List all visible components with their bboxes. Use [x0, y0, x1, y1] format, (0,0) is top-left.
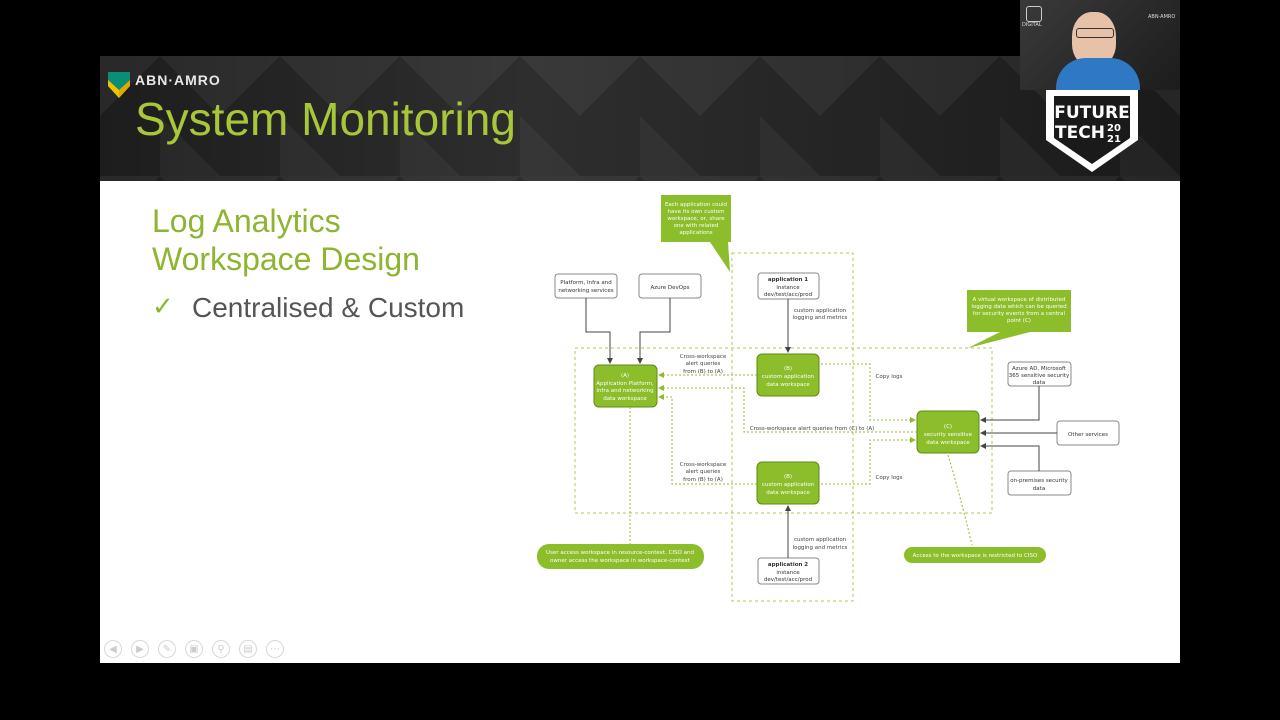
svg-text:dev/test/acc/prod: dev/test/acc/prod: [764, 292, 812, 298]
svg-text:data workspace: data workspace: [766, 382, 810, 388]
pen-icon[interactable]: ✎: [158, 640, 176, 658]
svg-text:instance: instance: [776, 285, 800, 291]
callout-right-line: logging data which can be queried: [971, 304, 1066, 310]
label-cross-bottom: Cross-workspace alert queries from (B) t…: [680, 462, 727, 483]
box-azure-ad: Azure AD, Microsoft 365 sensitive securi…: [1007, 361, 1072, 387]
label-cross-c: Cross-workspace alert queries from (C) t…: [750, 426, 875, 432]
svg-text:Azure AD, Microsoft: Azure AD, Microsoft: [1012, 366, 1067, 372]
svg-text:custom application: custom application: [794, 537, 847, 543]
svg-text:Cross-workspace: Cross-workspace: [680, 354, 727, 360]
label-custom-top: custom application logging and metrics: [793, 308, 848, 321]
svg-text:Application Platform,: Application Platform,: [596, 381, 654, 387]
workspace-b-bottom: (B) custom application data workspace: [756, 461, 820, 505]
svg-text:365 sensitive security: 365 sensitive security: [1009, 373, 1070, 379]
svg-text:custom application: custom application: [762, 482, 815, 488]
callout-right-line: for security events from a central: [973, 311, 1066, 317]
callout-top-line: applications: [679, 230, 712, 236]
workspace-diagram: Each application could have its own cust…: [537, 195, 1120, 602]
box-application-2: application 2 instance dev/test/acc/prod: [757, 557, 820, 585]
svg-text:data: data: [1033, 380, 1045, 386]
slides-overview-icon[interactable]: ▣: [185, 640, 203, 658]
previous-slide-icon[interactable]: ◀: [104, 640, 122, 658]
svg-text:from (B) to (A): from (B) to (A): [683, 369, 723, 375]
note-ciso-access: Access to the workspace is restricted to…: [904, 547, 1046, 563]
label-copy-bottom: Copy logs: [876, 475, 903, 481]
svg-text:data workspace: data workspace: [766, 490, 810, 496]
svg-text:alert queries: alert queries: [686, 469, 721, 475]
box-platform: Platform, Infra and networking services: [554, 273, 618, 299]
slideshow-controls: ◀ ▶ ✎ ▣ ⚲ ▤ ⋯: [104, 640, 284, 658]
label-copy-top: Copy logs: [876, 374, 903, 380]
svg-text:custom application: custom application: [794, 308, 847, 314]
svg-text:Access to the workspace is res: Access to the workspace is restricted to…: [913, 553, 1038, 559]
svg-text:data workspace: data workspace: [926, 440, 970, 446]
workspace-c: (C) security sensitive data workspace: [916, 410, 980, 454]
svg-text:User access workspace in resou: User access workspace in resource-contex…: [546, 550, 694, 556]
workspace-a: (A) Application Platform, Infra and netw…: [593, 364, 658, 408]
svg-text:(A): (A): [621, 373, 629, 379]
svg-text:Platform, Infra and: Platform, Infra and: [560, 280, 611, 286]
label-custom-bottom: custom application logging and metrics: [793, 537, 848, 551]
svg-text:logging and metrics: logging and metrics: [793, 315, 848, 321]
svg-text:application 1: application 1: [768, 277, 808, 283]
svg-text:application 2: application 2: [768, 562, 808, 568]
svg-text:data workspace: data workspace: [603, 396, 647, 402]
note-user-access: User access workspace in resource-contex…: [537, 544, 704, 569]
svg-text:custom application: custom application: [762, 374, 815, 380]
callout-top-line: workspace, or, share: [667, 216, 725, 222]
zoom-icon[interactable]: ⚲: [212, 640, 230, 658]
svg-text:on-premises security: on-premises security: [1010, 478, 1068, 484]
svg-text:Azure DevOps: Azure DevOps: [651, 285, 690, 291]
svg-text:(C): (C): [944, 424, 952, 430]
svg-text:Other services: Other services: [1068, 432, 1108, 438]
label-cross-top: Cross-workspace alert queries from (B) t…: [680, 354, 727, 375]
callout-right-line: point (C): [1007, 318, 1031, 324]
next-slide-icon[interactable]: ▶: [131, 640, 149, 658]
callout-top-line: have its own custom: [668, 209, 725, 215]
box-other-services: Other services: [1056, 420, 1120, 446]
svg-text:logging and metrics: logging and metrics: [793, 545, 848, 551]
callout-top-line: Each application could: [665, 202, 727, 208]
more-options-icon[interactable]: ⋯: [266, 640, 284, 658]
svg-text:Cross-workspace: Cross-workspace: [680, 462, 727, 468]
svg-text:(B): (B): [784, 366, 792, 372]
svg-text:data: data: [1033, 486, 1045, 492]
svg-text:Infra and networking: Infra and networking: [596, 388, 653, 394]
svg-text:networking services: networking services: [558, 288, 613, 294]
box-on-premises: on-premises security data: [1007, 470, 1072, 496]
box-application-1: application 1 instance dev/test/acc/prod: [757, 272, 820, 300]
svg-text:from (B) to (A): from (B) to (A): [683, 477, 723, 483]
svg-text:(B): (B): [784, 474, 792, 480]
svg-text:dev/test/acc/prod: dev/test/acc/prod: [764, 577, 812, 583]
callout-right: A virtual workspace of distributed loggi…: [967, 290, 1071, 348]
subtitles-icon[interactable]: ▤: [239, 640, 257, 658]
svg-text:owner access the workspace in: owner access the workspace in workspace-…: [550, 558, 691, 564]
callout-top: Each application could have its own cust…: [661, 195, 731, 272]
svg-text:instance: instance: [776, 570, 800, 576]
svg-text:alert queries: alert queries: [686, 361, 721, 367]
workspace-b-top: (B) custom application data workspace: [756, 353, 820, 397]
callout-top-line: one with related: [674, 223, 719, 229]
box-azure-devops: Azure DevOps: [638, 273, 702, 299]
callout-right-line: A virtual workspace of distributed: [973, 297, 1066, 303]
svg-text:security sensitive: security sensitive: [924, 432, 973, 438]
